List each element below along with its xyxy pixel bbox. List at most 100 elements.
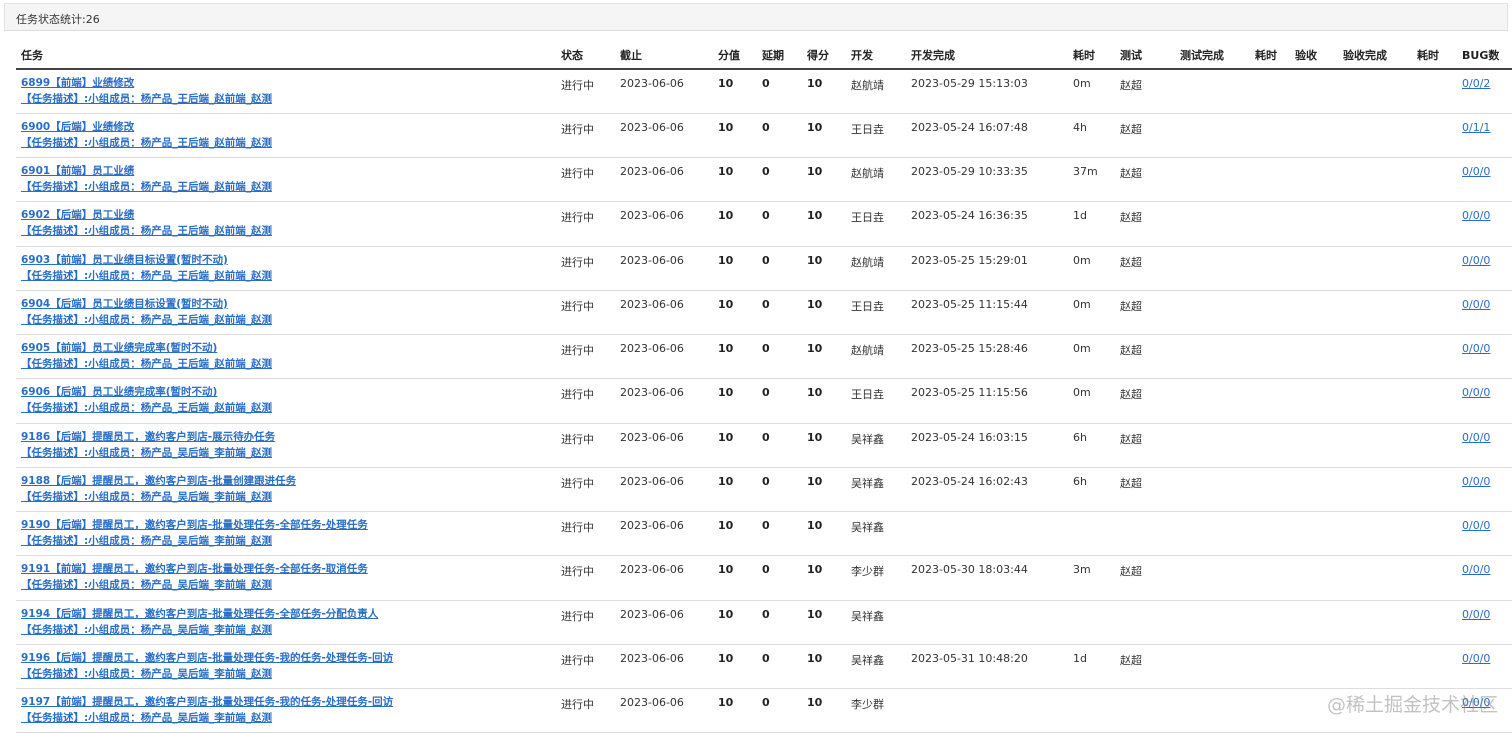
task-title-link[interactable]: 6899【前端】业绩修改 (21, 75, 556, 91)
bug-count-cell: 0/0/0 (1457, 201, 1512, 247)
dev-time-cell: 0m (1068, 69, 1115, 114)
task-title-link[interactable]: 9188【后端】提醒员工，邀约客户到店-批量创建跟进任务 (21, 473, 556, 489)
task-title-link[interactable]: 9191【前端】提醒员工，邀约客户到店-批量处理任务-全部任务-取消任务 (21, 561, 556, 577)
col-test-time-header: 耗时 (1250, 42, 1290, 70)
bug-count-link[interactable]: 0/0/0 (1462, 563, 1490, 576)
test-time-cell (1250, 644, 1290, 690)
due-cell: 2023-06-06 (615, 334, 713, 380)
col-dev-header: 开发 (846, 42, 906, 70)
task-cell: 6905【前端】员工业绩完成率(暂时不动) 【任务描述】:小组成员：杨产品_王后端… (16, 334, 556, 380)
due-cell: 2023-06-06 (615, 688, 713, 733)
bug-count-link[interactable]: 0/0/0 (1462, 165, 1490, 178)
developer-cell: 吴祥鑫 (846, 423, 906, 468)
tester-cell: 赵超 (1115, 378, 1175, 424)
test-time-cell (1250, 201, 1290, 247)
due-cell: 2023-06-06 (615, 644, 713, 690)
task-description-link[interactable]: 【任务描述】:小组成员：杨产品_王后端_赵前端_赵测 (21, 135, 556, 151)
task-description-link[interactable]: 【任务描述】:小组成员：杨产品_吴后端_李前端_赵测 (21, 533, 556, 549)
task-description-link[interactable]: 【任务描述】:小组成员：杨产品_吴后端_李前端_赵测 (21, 489, 556, 505)
developer-cell: 王日垚 (846, 378, 906, 424)
task-description-link[interactable]: 【任务描述】:小组成员：杨产品_王后端_赵前端_赵测 (21, 179, 556, 195)
task-title-link[interactable]: 6904【后端】员工业绩目标设置(暂时不动) (21, 296, 556, 312)
task-cell: 9186【后端】提醒员工，邀约客户到店-展示待办任务 【任务描述】:小组成员：杨产… (16, 423, 556, 468)
developer-cell: 赵航靖 (846, 246, 906, 291)
accept-cell (1290, 157, 1338, 203)
bug-count-link[interactable]: 0/0/0 (1462, 475, 1490, 488)
bug-count-link[interactable]: 0/0/0 (1462, 608, 1490, 621)
test-done-cell (1175, 201, 1250, 247)
task-title-link[interactable]: 9196【后端】提醒员工，邀约客户到店-批量处理任务-我的任务-处理任务-回访 (21, 650, 556, 666)
points-cell: 10 (802, 69, 846, 114)
task-description-link[interactable]: 【任务描述】:小组成员：杨产品_王后端_赵前端_赵测 (21, 268, 556, 284)
test-done-cell (1175, 246, 1250, 291)
developer-cell: 王日垚 (846, 290, 906, 336)
table-row: 6901【前端】员工业绩 【任务描述】:小组成员：杨产品_王后端_赵前端_赵测 进行… (16, 157, 1512, 203)
task-title-link[interactable]: 6906【后端】员工业绩完成率(暂时不动) (21, 384, 556, 400)
task-description-link[interactable]: 【任务描述】:小组成员：杨产品_王后端_赵前端_赵测 (21, 312, 556, 328)
status-cell: 进行中 (556, 334, 615, 380)
bug-count-link[interactable]: 0/0/0 (1462, 431, 1490, 444)
accept-cell (1290, 555, 1338, 601)
bug-count-link[interactable]: 0/0/0 (1462, 254, 1490, 267)
table-row: 6904【后端】员工业绩目标设置(暂时不动) 【任务描述】:小组成员：杨产品_王后… (16, 290, 1512, 336)
summary-title: 任务状态统计:26 (16, 13, 100, 26)
bug-count-link[interactable]: 0/0/0 (1462, 298, 1490, 311)
task-description-link[interactable]: 【任务描述】:小组成员：杨产品_王后端_赵前端_赵测 (21, 356, 556, 372)
task-title-link[interactable]: 6900【后端】业绩修改 (21, 119, 556, 135)
task-description-link[interactable]: 【任务描述】:小组成员：杨产品_吴后端_李前端_赵测 (21, 445, 556, 461)
col-points-header: 得分 (802, 42, 846, 70)
tester-cell: 赵超 (1115, 113, 1175, 159)
dev-done-cell: 2023-05-25 11:15:44 (906, 290, 1068, 336)
task-description-link[interactable]: 【任务描述】:小组成员：杨产品_吴后端_李前端_赵测 (21, 577, 556, 593)
dev-time-cell: 6h (1068, 467, 1115, 513)
task-title-link[interactable]: 6903【前端】员工业绩目标设置(暂时不动) (21, 252, 556, 268)
task-status-summary-header: 任务状态统计:26 (4, 3, 1508, 31)
developer-cell: 王日垚 (846, 201, 906, 247)
task-description-link[interactable]: 【任务描述】:小组成员：杨产品_吴后端_李前端_赵测 (21, 666, 556, 682)
delay-cell: 0 (757, 334, 802, 380)
task-title-link[interactable]: 6902【后端】员工业绩 (21, 207, 556, 223)
points-cell: 10 (802, 423, 846, 468)
accept-cell (1290, 467, 1338, 513)
col-dev-done-header: 开发完成 (906, 42, 1068, 70)
dev-done-cell (906, 511, 1068, 557)
score-cell: 10 (713, 334, 757, 380)
developer-cell: 吴祥鑫 (846, 644, 906, 690)
bug-count-link[interactable]: 0/0/0 (1462, 519, 1490, 532)
task-title-link[interactable]: 9197【前端】提醒员工，邀约客户到店-批量处理任务-我的任务-处理任务-回访 (21, 694, 556, 710)
status-cell: 进行中 (556, 600, 615, 645)
points-cell: 10 (802, 600, 846, 645)
bug-count-link[interactable]: 0/0/0 (1462, 386, 1490, 399)
test-time-cell (1250, 378, 1290, 424)
accept-time-cell (1412, 69, 1457, 114)
delay-cell: 0 (757, 290, 802, 336)
accept-done-cell (1338, 334, 1412, 380)
task-description-link[interactable]: 【任务描述】:小组成员：杨产品_吴后端_李前端_赵测 (21, 622, 556, 638)
task-description-link[interactable]: 【任务描述】:小组成员：杨产品_王后端_赵前端_赵测 (21, 91, 556, 107)
task-title-link[interactable]: 6901【前端】员工业绩 (21, 163, 556, 179)
task-description-link[interactable]: 【任务描述】:小组成员：杨产品_王后端_赵前端_赵测 (21, 400, 556, 416)
accept-cell (1290, 644, 1338, 690)
task-description-link[interactable]: 【任务描述】:小组成员：杨产品_吴后端_李前端_赵测 (21, 710, 556, 726)
table-row: 9188【后端】提醒员工，邀约客户到店-批量创建跟进任务 【任务描述】:小组成员：… (16, 467, 1512, 513)
points-cell: 10 (802, 688, 846, 733)
delay-cell: 0 (757, 688, 802, 733)
task-title-link[interactable]: 9186【后端】提醒员工，邀约客户到店-展示待办任务 (21, 429, 556, 445)
task-description-link[interactable]: 【任务描述】:小组成员：杨产品_王后端_赵前端_赵测 (21, 223, 556, 239)
test-time-cell (1250, 600, 1290, 645)
dev-time-cell: 0m (1068, 334, 1115, 380)
bug-count-cell: 0/0/0 (1457, 290, 1512, 336)
score-cell: 10 (713, 644, 757, 690)
task-title-link[interactable]: 9194【后端】提醒员工，邀约客户到店-批量处理任务-全部任务-分配负责人 (21, 606, 556, 622)
bug-count-link[interactable]: 0/0/0 (1462, 342, 1490, 355)
bug-count-link[interactable]: 0/0/2 (1462, 77, 1490, 90)
task-title-link[interactable]: 6905【前端】员工业绩完成率(暂时不动) (21, 340, 556, 356)
bug-count-link[interactable]: 0/0/0 (1462, 209, 1490, 222)
bug-count-link[interactable]: 0/0/0 (1462, 652, 1490, 665)
accept-time-cell (1412, 423, 1457, 468)
task-title-link[interactable]: 9190【后端】提醒员工，邀约客户到店-批量处理任务-全部任务-处理任务 (21, 517, 556, 533)
bug-count-link[interactable]: 0/1/1 (1462, 121, 1490, 134)
bug-count-cell: 0/0/0 (1457, 246, 1512, 291)
test-done-cell (1175, 157, 1250, 203)
tester-cell: 赵超 (1115, 644, 1175, 690)
